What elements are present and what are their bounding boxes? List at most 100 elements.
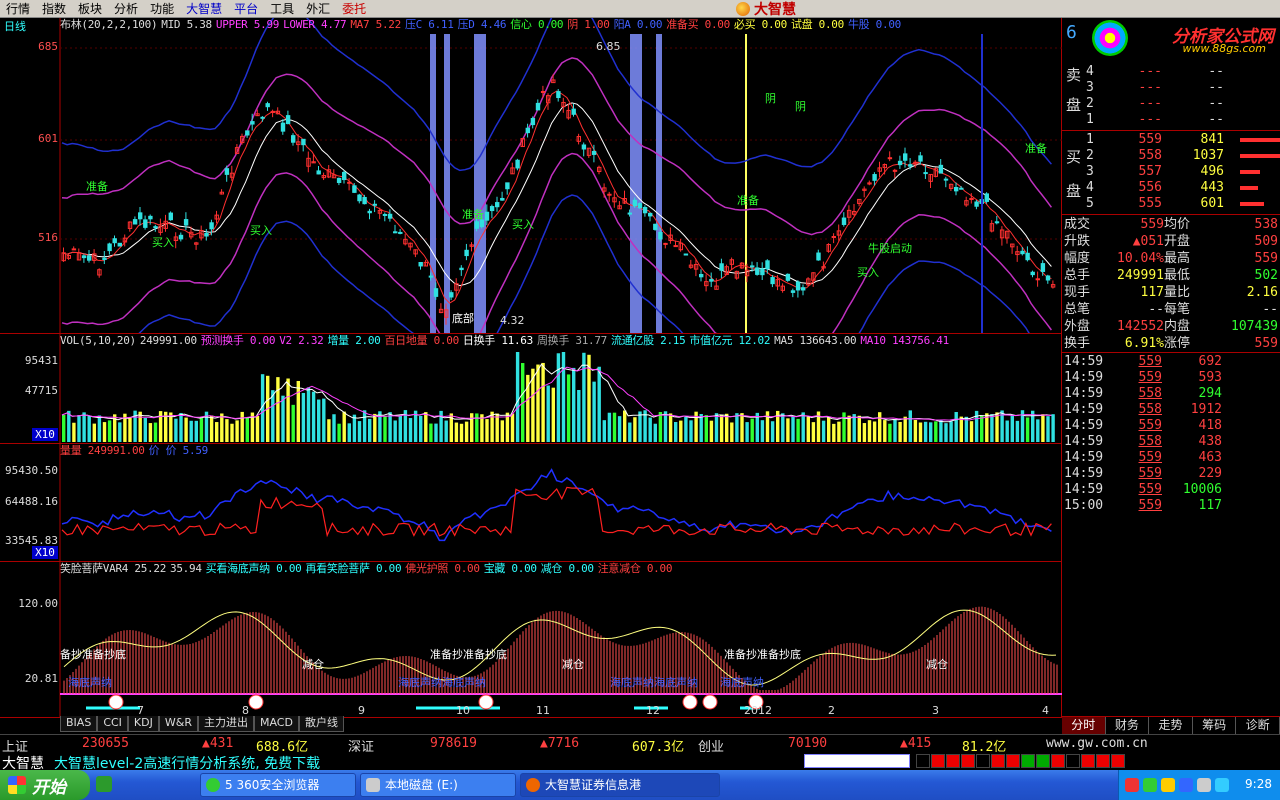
menu-item-trade[interactable]: 委托 <box>336 0 372 18</box>
candle <box>938 164 944 174</box>
mid-band-line <box>61 102 1052 287</box>
ad-banner[interactable]: 6 分析家公式网 www.88gs.com <box>1062 18 1280 62</box>
indicator-tab[interactable]: 主力进出 <box>197 716 254 732</box>
volume-bar <box>107 420 112 442</box>
network-icon[interactable] <box>1215 778 1229 792</box>
task-dzh[interactable]: 大智慧证券信息港 <box>520 773 720 797</box>
indicator-tab[interactable]: W&R <box>158 716 198 732</box>
info-value: -- <box>1148 302 1164 317</box>
browser-icon[interactable] <box>96 776 112 792</box>
tick-row[interactable]: 14:59 558 438 <box>1062 434 1280 450</box>
menu-item-index[interactable]: 指数 <box>36 0 72 18</box>
date-tick: 4 <box>1042 704 1049 717</box>
volume-bar <box>118 422 122 442</box>
tick-row[interactable]: 14:59 559 418 <box>1062 418 1280 434</box>
info-value: 117 <box>1140 285 1164 300</box>
menu-item-analysis[interactable]: 分析 <box>108 0 144 18</box>
info-row: 升跌 ▲051 开盘 509 <box>1062 233 1280 250</box>
sell-price: --- <box>1138 96 1162 111</box>
quote-tab[interactable]: 走势 <box>1149 717 1193 734</box>
indicator-tab[interactable]: KDJ <box>127 716 159 732</box>
tick-row[interactable]: 14:59 559 692 <box>1062 354 1280 370</box>
menu-item-function[interactable]: 功能 <box>144 0 180 18</box>
quote-tab[interactable]: 诊断 <box>1236 717 1280 734</box>
indicator-tab[interactable]: CCI <box>97 716 128 732</box>
tray-icon[interactable] <box>1143 778 1157 792</box>
volume-bar <box>194 420 198 442</box>
tick-row[interactable]: 14:59 559 593 <box>1062 370 1280 386</box>
candle <box>918 155 923 162</box>
buy-volume: 1037 <box>1192 148 1224 163</box>
tick-row[interactable]: 14:59 558 1912 <box>1062 402 1280 418</box>
tick-row[interactable]: 14:59 559 229 <box>1062 466 1280 482</box>
task-browser[interactable]: 5 360安全浏览器 <box>200 773 356 797</box>
start-button[interactable]: 开始 <box>0 770 90 800</box>
menu-item-platform[interactable]: 平台 <box>228 0 264 18</box>
volume-bar <box>434 423 438 442</box>
buy-price: 555 <box>1138 196 1162 211</box>
info-key: 总笔 <box>1064 302 1091 317</box>
kline-panel[interactable]: 日线 布林(20,2,2,100) MID 5.38 UPPER 5.99 LOWER… <box>0 18 1062 334</box>
volume-bar <box>903 416 907 442</box>
quote-tab[interactable]: 分时 <box>1062 717 1106 734</box>
tick-row[interactable]: 14:59 559 10006 <box>1062 482 1280 498</box>
tick-row[interactable]: 14:59 558 294 <box>1062 386 1280 402</box>
volume-bar <box>857 415 861 442</box>
info-row: 外盘 142552 内盘 107439 <box>1062 318 1280 335</box>
indicator-tab[interactable]: BIAS <box>60 716 98 732</box>
volume-bar <box>918 422 923 442</box>
volume-bar <box>1010 414 1014 442</box>
volume-bar <box>827 417 831 442</box>
quote-tab[interactable]: 筹码 <box>1193 717 1237 734</box>
volume-bar <box>459 423 464 442</box>
indicator-tab[interactable]: 散户线 <box>298 716 344 732</box>
volume-bar <box>852 414 856 442</box>
volume-bar <box>398 415 402 442</box>
chart-area[interactable]: 日线 布林(20,2,2,100) MID 5.38 UPPER 5.99 LOWER… <box>0 18 1062 718</box>
menu-item-dzh[interactable]: 大智慧 <box>180 0 228 18</box>
candle <box>923 172 928 175</box>
candle <box>153 226 158 229</box>
candle <box>1035 278 1040 281</box>
candle <box>974 201 979 207</box>
volume-bar <box>964 416 969 442</box>
candle <box>143 219 148 228</box>
indicator-tabs: BIAS CCI KDJ W&R 主力进出 MACD 散户线 <box>60 716 344 732</box>
tick-row[interactable]: 14:59 559 463 <box>1062 450 1280 466</box>
index-value: 230655 <box>82 736 129 751</box>
info-key: 开盘 <box>1164 234 1191 249</box>
volume-icon[interactable] <box>1197 778 1211 792</box>
volume-price-panel[interactable]: 量量 249991.00 价 价 5.59 95430.50 64488.16 3… <box>0 444 1062 562</box>
tick-qty: 1912 <box>1190 402 1222 417</box>
volume-bar <box>541 362 545 442</box>
volume-bar <box>837 421 841 442</box>
candle <box>581 144 587 150</box>
index-value: 70190 <box>788 736 828 751</box>
tick-price: 559 <box>1138 482 1162 497</box>
volume-bar <box>714 413 719 442</box>
menu-item-forex[interactable]: 外汇 <box>300 0 336 18</box>
task-explorer[interactable]: 本地磁盘 (E:) <box>360 773 516 797</box>
candle <box>112 238 117 244</box>
quote-tab[interactable]: 财务 <box>1106 717 1150 734</box>
chart-annotation: 准备 <box>86 180 108 193</box>
menu-item-quotes[interactable]: 行情 <box>0 0 36 18</box>
volume-panel[interactable]: VOL(5,10,20) 249991.00 预测换手 0.00 V2 2.32 增量 … <box>0 334 1062 444</box>
indicator-value: 249991.00 <box>139 334 197 347</box>
volume-bar <box>551 387 555 442</box>
candle <box>148 215 153 220</box>
tray-icon[interactable] <box>1125 778 1139 792</box>
tray-icon[interactable] <box>1179 778 1193 792</box>
info-value: 142552 <box>1117 319 1164 334</box>
candle <box>209 222 214 230</box>
tray-icon[interactable] <box>1161 778 1175 792</box>
menu-item-sector[interactable]: 板块 <box>72 0 108 18</box>
oscillator-panel[interactable]: 笑脸菩萨VAR4 25.22 35.94 买看海底声纳 0.00 再看笑脸菩萨 0.0… <box>0 562 1062 718</box>
indicator-tab[interactable]: MACD <box>253 716 299 732</box>
volume-bar <box>383 416 387 442</box>
volume-bar <box>862 423 867 442</box>
menu-item-tools[interactable]: 工具 <box>264 0 300 18</box>
tick-row[interactable]: 15:00 559 117 <box>1062 498 1280 514</box>
volume-bar <box>949 421 953 442</box>
buy-price: 559 <box>1138 132 1162 147</box>
